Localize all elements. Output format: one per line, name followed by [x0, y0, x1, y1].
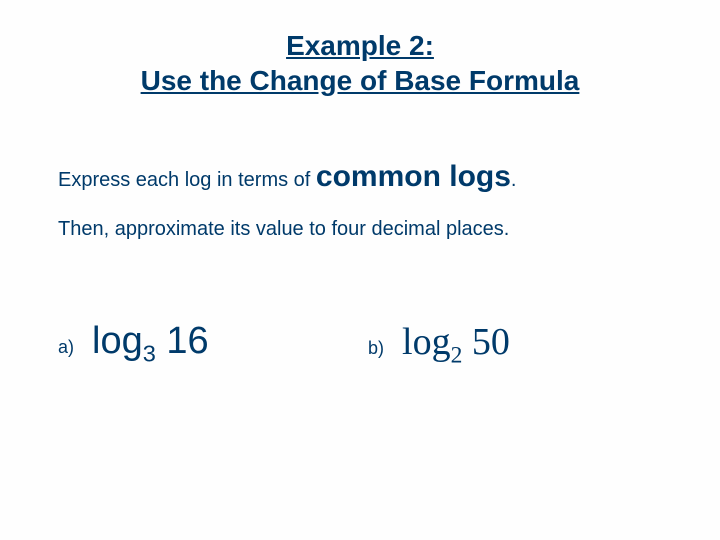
instruction-emphasis: common logs	[316, 160, 511, 193]
instruction-tail: .	[511, 169, 517, 191]
instruction-lead: Express each log in terms of	[58, 169, 316, 191]
title-line-1: Example 2:	[286, 30, 434, 61]
slide-title: Example 2: Use the Change of Base Formul…	[0, 28, 720, 98]
log-arg: 50	[462, 321, 510, 363]
instruction-line-2: Then, approximate its value to four deci…	[58, 218, 509, 241]
problem-row: a) log3 16 b) log2 50	[58, 320, 678, 364]
title-line-2: Use the Change of Base Formula	[141, 65, 580, 96]
log-arg: 16	[156, 320, 209, 362]
instruction-line-1: Express each log in terms of common logs…	[58, 160, 516, 194]
log-base: 3	[143, 341, 156, 367]
problem-b-label: b)	[368, 338, 384, 359]
problem-a-expression: log3 16	[92, 320, 209, 363]
log-base: 2	[451, 343, 463, 369]
problem-a: a) log3 16	[58, 320, 368, 364]
log-word: log	[402, 321, 451, 363]
problem-a-label: a)	[58, 337, 74, 358]
problem-b-expression: log2 50	[402, 320, 510, 364]
problem-b: b) log2 50	[368, 320, 678, 364]
slide: Example 2: Use the Change of Base Formul…	[0, 0, 720, 540]
log-word: log	[92, 320, 143, 362]
